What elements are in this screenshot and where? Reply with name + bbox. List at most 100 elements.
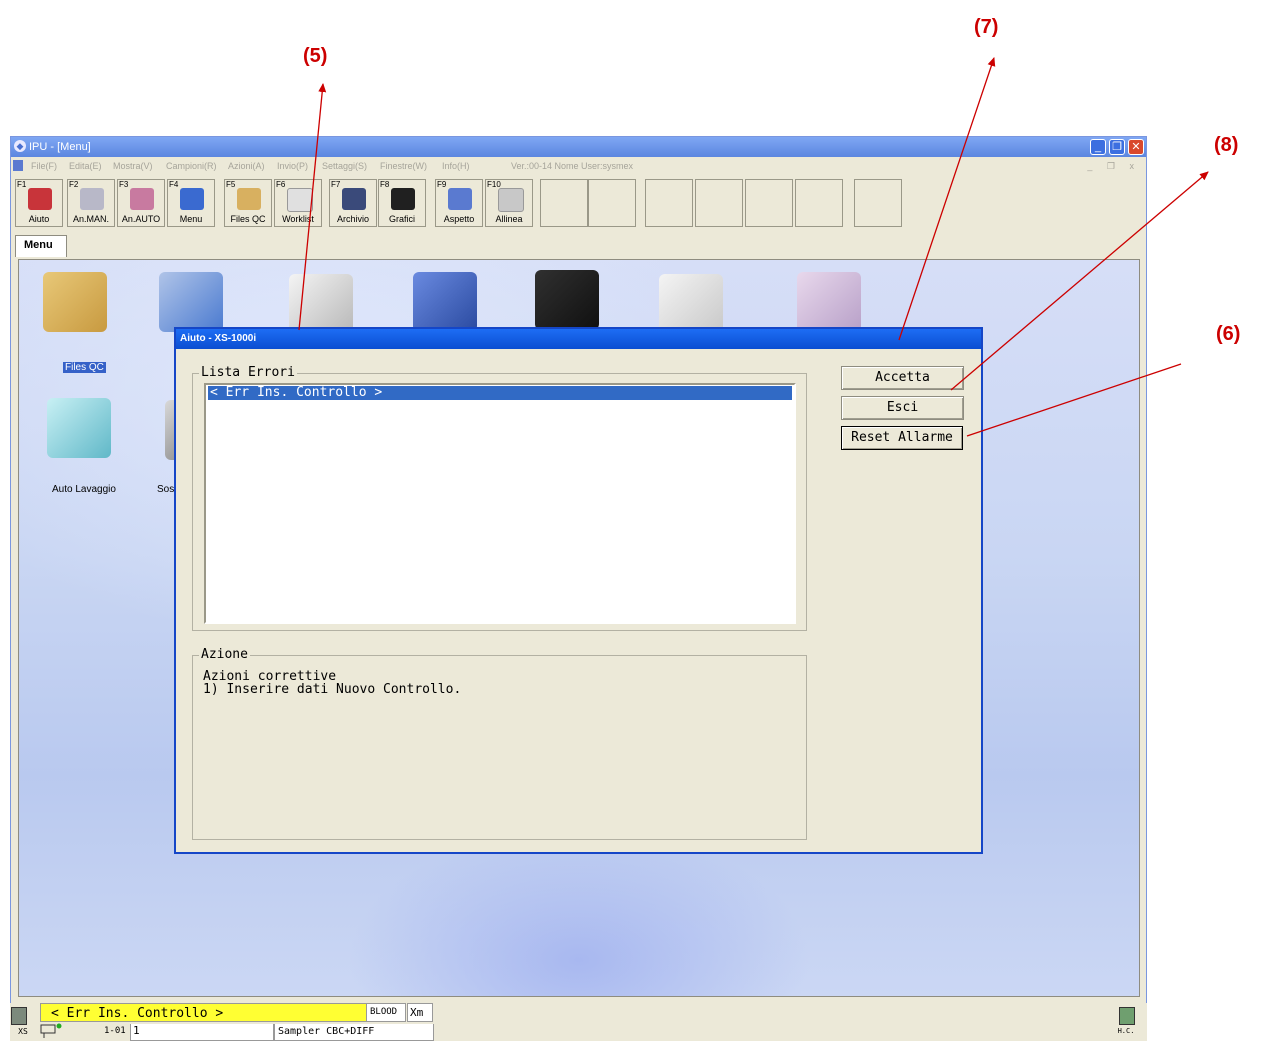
fkey-label: F5	[226, 180, 236, 189]
close-button[interactable]: ✕	[1128, 139, 1144, 155]
files-qc-label[interactable]: Files QC	[63, 362, 106, 373]
toolbar-empty-button[interactable]	[645, 179, 693, 227]
toolbar-empty-button[interactable]	[854, 179, 902, 227]
graphics-icon	[391, 188, 415, 210]
toolbar-manual-analysis-button[interactable]: F2 An.MAN.	[67, 179, 115, 227]
toolbar-appearance-button[interactable]: F9 Aspetto	[435, 179, 483, 227]
scattergram-magnifier-icon[interactable]	[535, 270, 599, 330]
dialog-title[interactable]: Aiuto - XS-1000i	[176, 329, 981, 349]
accept-button[interactable]: Accetta	[841, 366, 964, 390]
error-list-group: Lista Errori < Err Ins. Controllo >	[192, 365, 807, 631]
auto-wash-gloves-icon[interactable]	[47, 398, 111, 458]
menu-send[interactable]: Invio(P)	[277, 157, 308, 175]
callout-7-label: (7)	[974, 16, 999, 38]
error-list-caption: Lista Errori	[199, 365, 297, 380]
toolbar-help-button[interactable]: F1 Aiuto	[15, 179, 63, 227]
fkey-label: F1	[17, 180, 27, 189]
minimize-button[interactable]: _	[1090, 139, 1106, 155]
document-icon	[13, 160, 23, 171]
fkey-label: F4	[169, 180, 179, 189]
mode-indicator: Xm	[407, 1003, 433, 1022]
toolbar-empty-button[interactable]	[795, 179, 843, 227]
menu-samples[interactable]: Campioni(R)	[166, 157, 217, 175]
callout-6-label: (6)	[1216, 323, 1241, 345]
action-text: Azioni correttive 1) Inserire dati Nuovo…	[203, 669, 462, 697]
clipboard-magnifier-icon[interactable]	[413, 272, 477, 332]
help-icon	[28, 188, 52, 210]
archive-icon	[342, 188, 366, 210]
menu-icon	[180, 188, 204, 210]
toolbar-label: An.MAN.	[72, 214, 109, 224]
menu-edit[interactable]: Edita(E)	[69, 157, 102, 175]
toolbar-label: Allinea	[495, 214, 523, 224]
toolbar-auto-analysis-button[interactable]: F3 An.AUTO	[117, 179, 165, 227]
toolbar-empty-button[interactable]	[540, 179, 588, 227]
toolbar-empty-button[interactable]	[695, 179, 743, 227]
sample-type: BLOOD	[366, 1003, 406, 1022]
host-label: H.C.	[1117, 1027, 1135, 1035]
toolbar-label: Worklist	[282, 214, 314, 224]
analyzer-label: XS	[18, 1027, 28, 1036]
toolbar-worklist-button[interactable]: F6 Worklist	[274, 179, 322, 227]
replace-label[interactable]: Sos	[157, 484, 174, 495]
exit-button[interactable]: Esci	[841, 396, 964, 420]
sampler-mode: Sampler CBC+DIFF	[274, 1024, 434, 1041]
menu-file[interactable]: File(F)	[31, 157, 57, 175]
error-listbox[interactable]: < Err Ins. Controllo >	[204, 383, 796, 624]
menu-settings[interactable]: Settaggi(S)	[322, 157, 367, 175]
tab-menu[interactable]: Menu	[15, 235, 67, 257]
qc-chart-globe-icon[interactable]	[159, 272, 223, 332]
fkey-label: F9	[437, 180, 447, 189]
toolbar-align-button[interactable]: F10 Allinea	[485, 179, 533, 227]
menubar: File(F) Edita(E) Mostra(V) Campioni(R) A…	[11, 157, 1146, 175]
toolbar-qc-files-button[interactable]: F5 Files QC	[224, 179, 272, 227]
toolbar-empty-button[interactable]	[588, 179, 636, 227]
rack-position: 1-01	[104, 1026, 126, 1036]
reagent-hand-icon[interactable]	[659, 274, 723, 334]
toolbar-graphics-button[interactable]: F8 Grafici	[378, 179, 426, 227]
toolbar-label: Grafici	[388, 214, 415, 224]
auto-wash-label[interactable]: Auto Lavaggio	[52, 484, 116, 495]
reset-alarm-button[interactable]: Reset Allarme	[841, 426, 963, 450]
menu-actions[interactable]: Azioni(A)	[228, 157, 265, 175]
analyzer-status-icon[interactable]	[11, 1007, 27, 1025]
worklist-icon	[287, 188, 313, 212]
toolbar-label: Files QC	[230, 214, 266, 224]
rack-icon	[40, 1022, 68, 1041]
qc-files-icon	[237, 188, 261, 210]
status-bar: XS < Err Ins. Controllo > BLOOD Xm 1-01 …	[10, 1003, 1147, 1041]
toolbar-archive-button[interactable]: F7 Archivio	[329, 179, 377, 227]
auto-analysis-icon	[130, 188, 154, 210]
callout-8-label: (8)	[1214, 134, 1239, 156]
fkey-label: F6	[276, 180, 286, 189]
window-titlebar[interactable]: ◆ IPU - [Menu] _ ❐ ✕	[11, 137, 1146, 157]
help-dialog: Aiuto - XS-1000i Lista Errori < Err Ins.…	[174, 327, 983, 854]
toolbar: F1 Aiuto F2 An.MAN. F3 An.AUTO F4 Menu F…	[11, 175, 1146, 231]
documents-icon[interactable]	[289, 274, 353, 334]
fkey-label: F2	[69, 180, 79, 189]
error-list-item[interactable]: < Err Ins. Controllo >	[208, 386, 792, 400]
toolbar-menu-button[interactable]: F4 Menu	[167, 179, 215, 227]
appearance-icon	[448, 188, 472, 210]
action-caption: Azione	[199, 647, 250, 662]
toolbar-label: Aspetto	[443, 214, 475, 224]
window-title: IPU - [Menu]	[29, 141, 91, 153]
app-icon: ◆	[14, 140, 26, 152]
fkey-label: F8	[380, 180, 390, 189]
mdi-controls[interactable]: _ ❐ x	[1087, 157, 1140, 175]
toolbar-label: Archivio	[336, 214, 369, 224]
toolbar-empty-button[interactable]	[745, 179, 793, 227]
fkey-label: F3	[119, 180, 129, 189]
qc-files-folder-icon[interactable]	[43, 272, 107, 332]
tube-number: 1	[130, 1024, 274, 1041]
toolbar-label: An.AUTO	[121, 214, 161, 224]
host-connection-icon[interactable]	[1119, 1007, 1135, 1025]
menu-view[interactable]: Mostra(V)	[113, 157, 153, 175]
fkey-label: F7	[331, 180, 341, 189]
sample-tubes-icon[interactable]	[797, 272, 861, 332]
menu-windows[interactable]: Finestre(W)	[380, 157, 427, 175]
maximize-button[interactable]: ❐	[1109, 139, 1125, 155]
status-error-message[interactable]: < Err Ins. Controllo >	[40, 1003, 374, 1022]
callout-5-label: (5)	[303, 45, 328, 67]
menu-info[interactable]: Info(H)	[442, 157, 470, 175]
